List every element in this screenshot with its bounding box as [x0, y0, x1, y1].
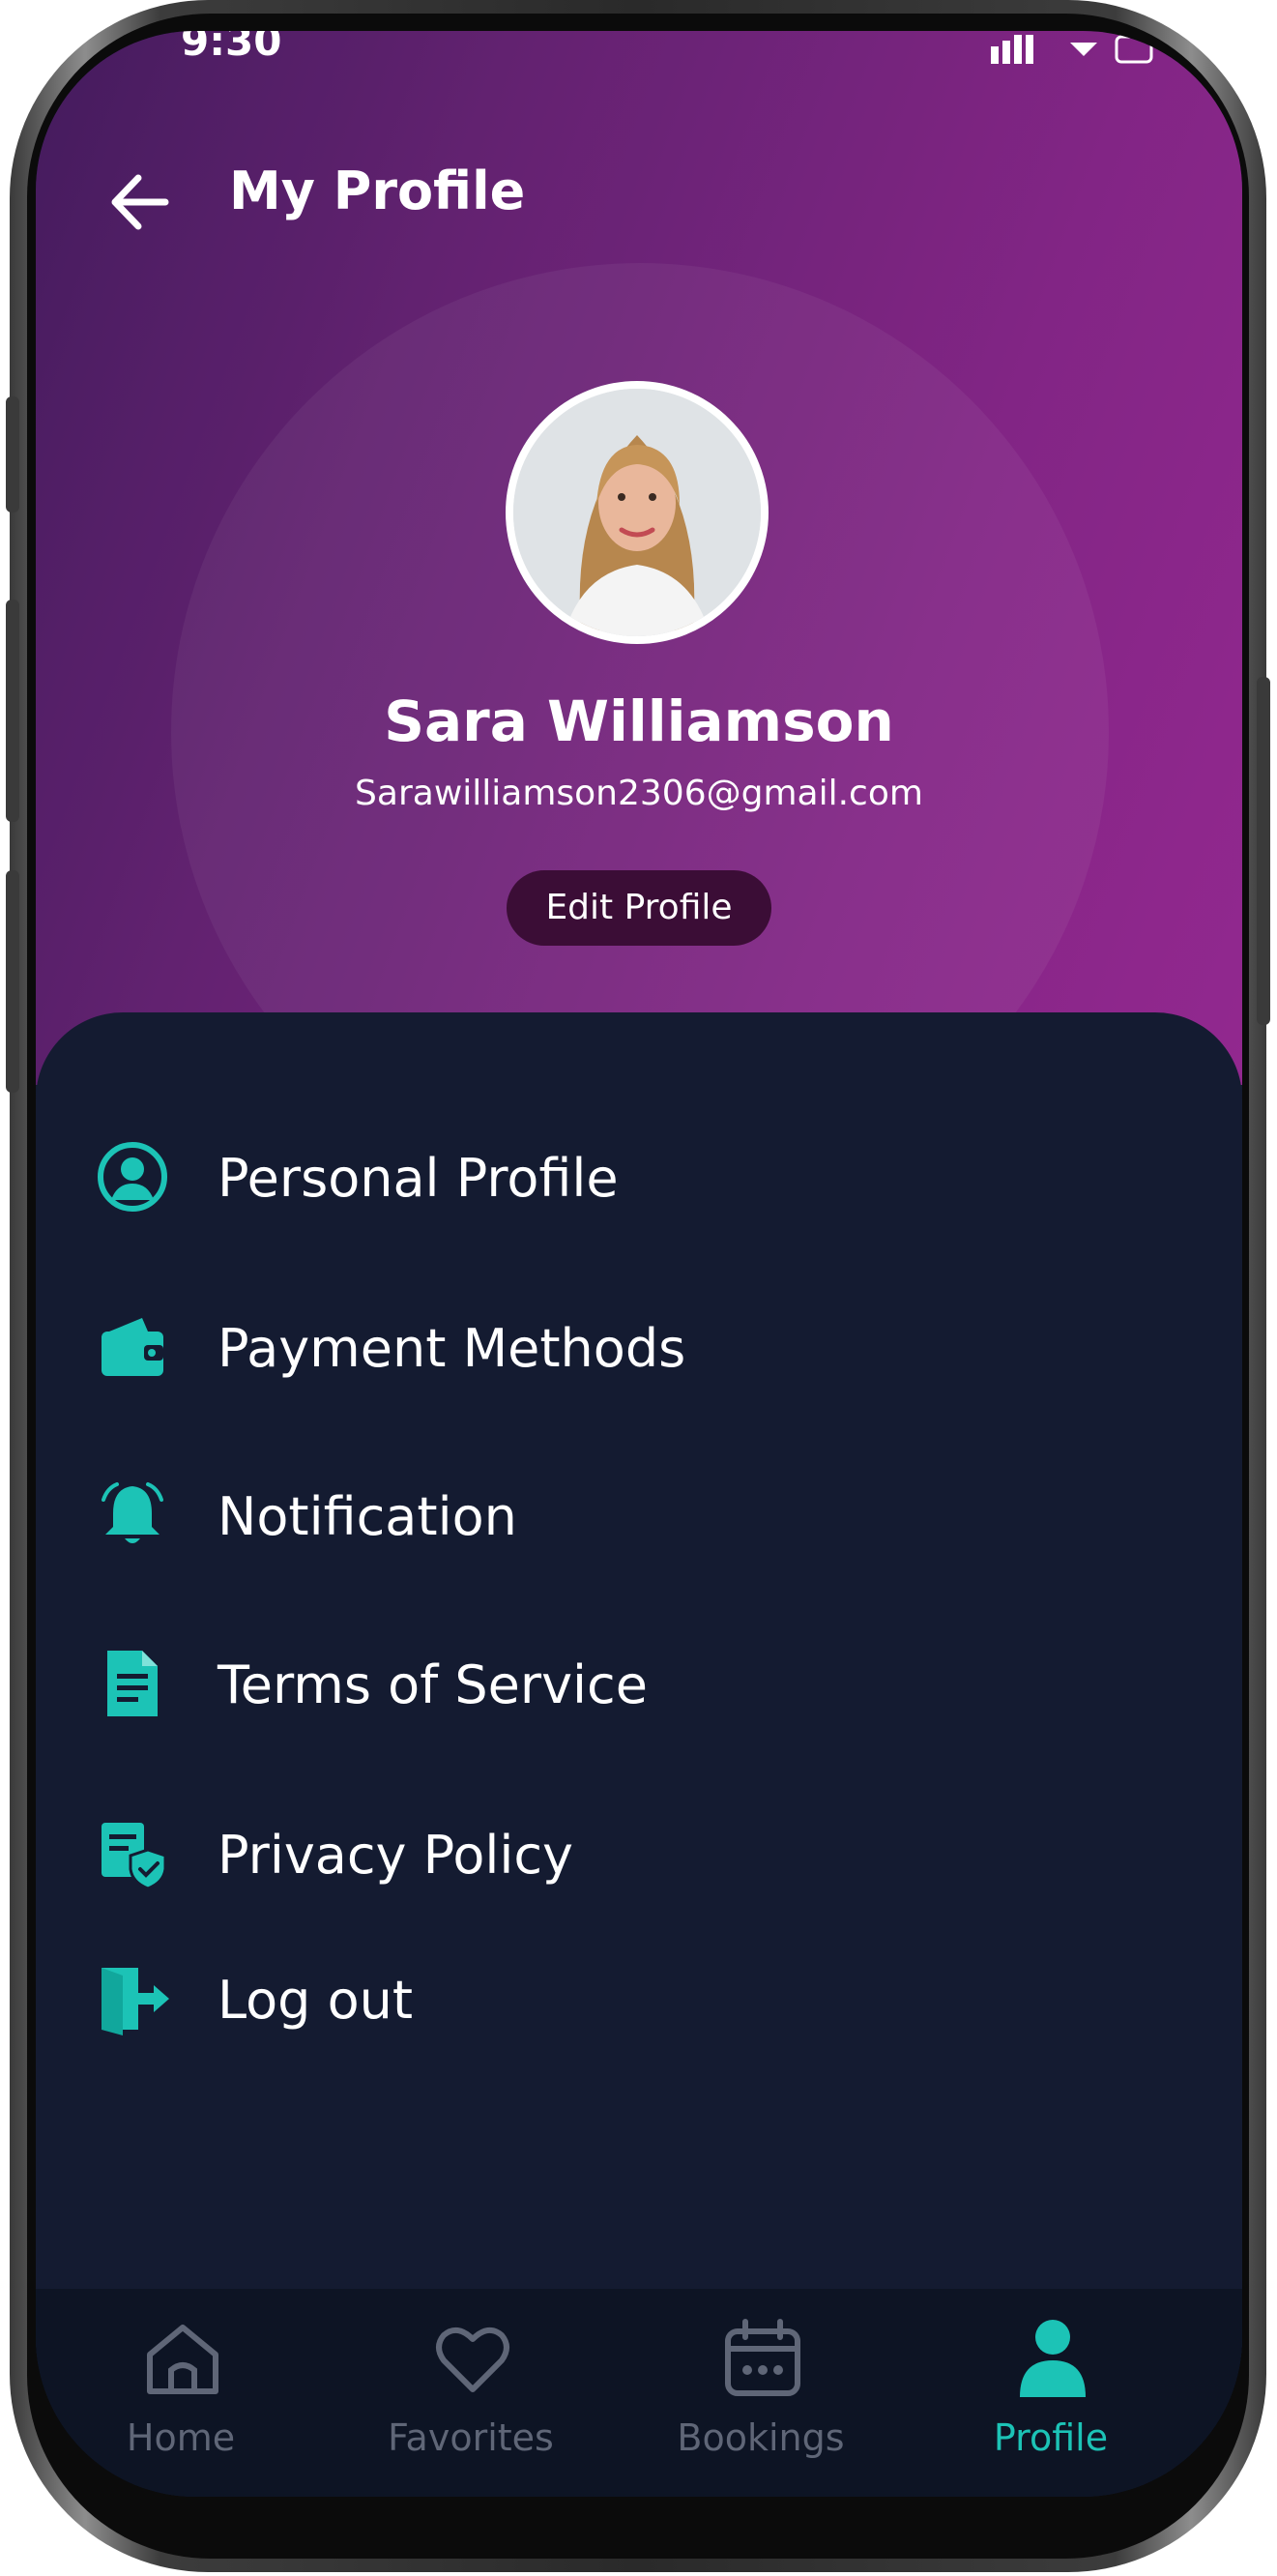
profile-header: 9:30 My Profile Sara Williamson Sarawill…	[36, 31, 1242, 1085]
person-icon	[1020, 2320, 1086, 2397]
user-circle-icon	[98, 1142, 167, 1212]
power-button	[1257, 677, 1270, 1025]
menu-item-label: Personal Profile	[218, 1148, 619, 1209]
side-button	[6, 396, 19, 512]
document-icon	[107, 1651, 158, 1716]
profile-menu: Personal Profile Payment Methods Notific…	[36, 1012, 1242, 2366]
bottom-nav: Home Favorites Bookings Profile	[36, 2289, 1242, 2497]
calendar-icon	[725, 2319, 800, 2396]
tab-bookings[interactable]: Bookings	[616, 2289, 906, 2497]
status-bar: 9:30	[36, 31, 1242, 70]
tab-label: Favorites	[388, 2416, 554, 2459]
menu-item-label: Privacy Policy	[218, 1825, 574, 1886]
status-icons	[991, 35, 1153, 64]
menu-item-personal-profile[interactable]: Personal Profile	[36, 1119, 1242, 1235]
menu-item-label: Notification	[218, 1486, 517, 1547]
user-photo	[513, 389, 761, 636]
menu-item-label: Payment Methods	[218, 1318, 686, 1379]
tab-label: Home	[126, 2416, 236, 2459]
menu-item-label: Log out	[218, 1970, 414, 2031]
volume-up-button	[6, 600, 19, 822]
back-arrow-icon[interactable]	[105, 168, 173, 236]
tab-favorites[interactable]: Favorites	[326, 2289, 616, 2497]
menu-item-notification[interactable]: Notification	[36, 1457, 1242, 1573]
volume-down-button	[6, 870, 19, 1093]
menu-item-label: Terms of Service	[218, 1654, 648, 1715]
page-title: My Profile	[229, 161, 526, 221]
app-screen: 9:30 My Profile Sara Williamson Sarawill…	[36, 31, 1242, 2497]
wallet-icon	[102, 1318, 163, 1376]
tab-label: Bookings	[677, 2416, 845, 2459]
heart-icon	[436, 2327, 509, 2392]
menu-item-terms-of-service[interactable]: Terms of Service	[36, 1625, 1242, 1742]
tab-profile[interactable]: Profile	[906, 2289, 1196, 2497]
avatar	[506, 381, 769, 644]
menu-item-payment-methods[interactable]: Payment Methods	[36, 1289, 1242, 1405]
status-time: 9:30	[181, 31, 282, 65]
bell-icon	[102, 1482, 163, 1543]
menu-item-log-out[interactable]: Log out	[36, 1941, 1242, 2057]
edit-profile-button[interactable]: Edit Profile	[507, 870, 771, 946]
profile-name: Sara Williamson	[384, 688, 894, 754]
home-icon	[147, 2325, 218, 2394]
tab-home[interactable]: Home	[36, 2289, 326, 2497]
profile-email: Sarawilliamson2306@gmail.com	[355, 774, 923, 813]
tab-label: Profile	[993, 2416, 1109, 2459]
menu-item-privacy-policy[interactable]: Privacy Policy	[36, 1796, 1242, 1912]
shield-document-icon	[102, 1823, 167, 1890]
logout-icon	[102, 1968, 169, 2035]
